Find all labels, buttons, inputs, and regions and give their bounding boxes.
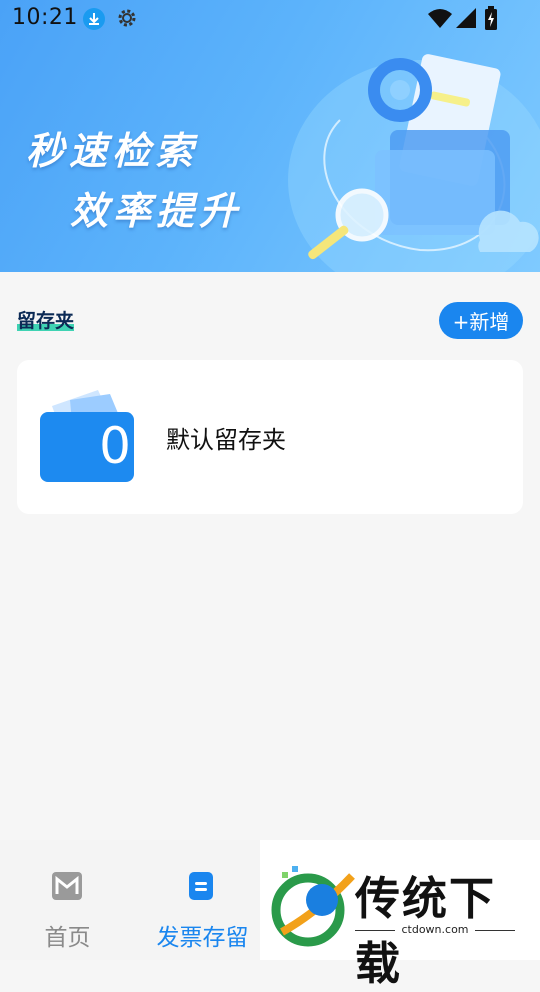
invoice-icon bbox=[189, 872, 213, 900]
tab-invoice[interactable]: 发票存留 bbox=[135, 840, 270, 960]
status-bar: 10:21 bbox=[0, 0, 540, 38]
gear-icon bbox=[118, 9, 136, 27]
watermark-rule-right bbox=[475, 930, 515, 931]
wifi-icon bbox=[428, 9, 452, 28]
tab-home-label: 首页 bbox=[44, 925, 91, 951]
watermark: 传统下载 ctdown.com bbox=[260, 840, 540, 990]
folder-count: 0 bbox=[99, 417, 131, 475]
folder-name: 默认留存夹 bbox=[166, 426, 286, 454]
section-title: 留存夹 bbox=[17, 306, 75, 333]
tab-invoice-label: 发票存留 bbox=[156, 925, 249, 951]
section-title-text: 留存夹 bbox=[17, 310, 75, 332]
folder-search-illustration bbox=[288, 54, 540, 272]
tab-home[interactable]: 首页 bbox=[0, 840, 135, 960]
download-icon bbox=[83, 8, 105, 30]
promo-banner[interactable]: 秒速检索 效率提升 bbox=[0, 0, 540, 272]
add-folder-button[interactable]: +新增 bbox=[439, 302, 523, 339]
home-m-icon bbox=[52, 872, 82, 900]
battery-icon bbox=[485, 6, 497, 30]
watermark-logo bbox=[271, 866, 355, 947]
folder-card[interactable]: 0 默认留存夹 bbox=[17, 360, 523, 514]
signal-icon bbox=[456, 8, 476, 28]
banner-headline-1: 秒速检索 bbox=[26, 129, 199, 173]
clock: 10:21 bbox=[12, 5, 78, 30]
banner-headline-2: 效率提升 bbox=[70, 189, 243, 233]
